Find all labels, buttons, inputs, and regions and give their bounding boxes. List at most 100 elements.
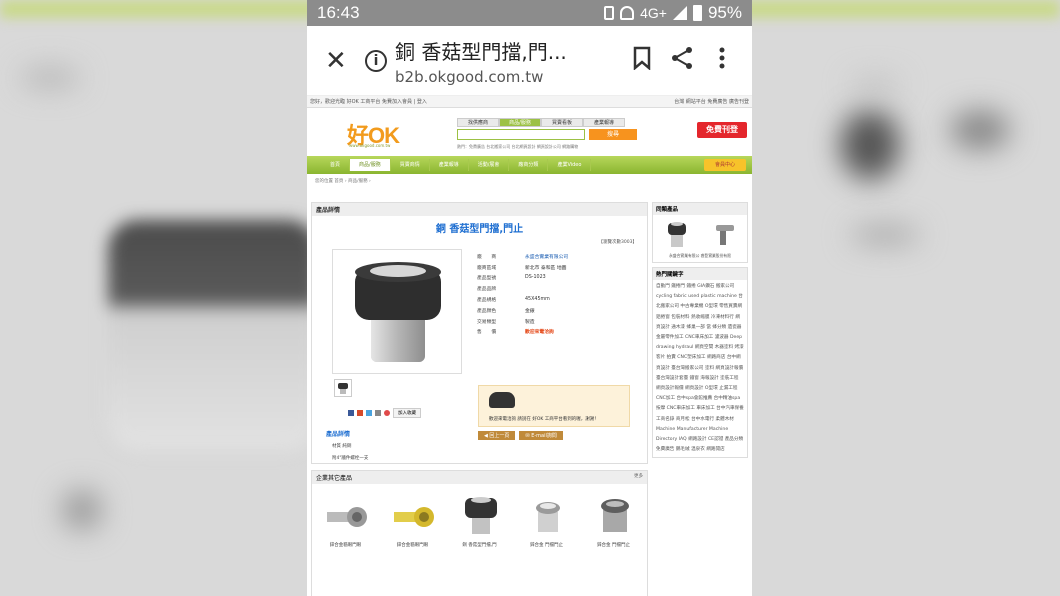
mail-icon[interactable] [375, 410, 381, 416]
other-products-panel: 企業其它產品 更多 鋅合金貓眼門眼 鋅合金貓眼門眼 銅 香菇型門擋,門 鋅合金 … [311, 470, 648, 596]
spec-row: 廠商區域 新北市 泰和區 地圖 [477, 262, 637, 273]
product-area: 加入收藏 廠 商 永盛合實業有限公司 廠商區域 新北市 泰和區 地圖 產品型號 DS-… [312, 245, 647, 465]
welcome-text[interactable]: 您好，歡迎光臨 好OK 工商平台 免費加入會員 | 登入 [310, 98, 427, 105]
signal-icon [672, 6, 687, 20]
plurk-icon[interactable] [357, 410, 363, 416]
search-tab[interactable]: 買賣看板 [541, 118, 583, 127]
detail-title: 產品詳情 [326, 431, 351, 438]
spec-row: 售 價 歡迎來電洽詢 [477, 327, 637, 338]
search-tab[interactable]: 商品/服務 [499, 118, 541, 127]
detail-line: 附4"牆件螺栓一支 [332, 456, 369, 461]
similar-product-image[interactable] [665, 219, 689, 249]
other-product-item[interactable]: 銅 香菇型門擋,門 [450, 492, 510, 548]
facebook-icon[interactable] [348, 410, 354, 416]
spec-value: DS-1023 [525, 275, 546, 281]
similar-products-row [653, 215, 747, 253]
spec-value: 新北市 泰和區 地圖 [525, 265, 567, 271]
hot-keywords-box: 熱門關鍵字 自動門 鐵捲門 鐵捲 GIA鑽石 搬家公司 cycling fabr… [652, 267, 748, 459]
breadcrumb[interactable]: 您的位置 首頁 › 商品/服務 › [307, 174, 752, 188]
back-button[interactable]: ◀ 回上一頁 [478, 431, 516, 440]
site-logo-url: www.okgood.com.tw [349, 143, 391, 148]
email-inquiry-button[interactable]: ✉ E-mail詢問 [519, 431, 563, 440]
vendor-link[interactable]: 永盛合實業有限公司 [525, 253, 568, 260]
other-product-item[interactable]: 鋅合金貓眼門眼 [316, 492, 376, 548]
nav-item-video[interactable]: 產業Video [548, 159, 592, 171]
spec-value: 製造 [525, 319, 535, 325]
product-thumbnail[interactable] [334, 379, 352, 397]
spec-value: 金銀 [525, 308, 535, 314]
site-header: 好OK www.okgood.com.tw 找供應商 商品/服務 買賣看板 產業… [307, 108, 752, 156]
spec-key: 廠商區域 [477, 265, 497, 271]
other-product-image [524, 492, 570, 538]
other-product-item[interactable]: 鋅合金 門擋門止 [517, 492, 577, 548]
web-page: 您好，歡迎光臨 好OK 工商平台 免費加入會員 | 登入 台灣 網站平台 免費廣… [307, 96, 752, 188]
background-blur-blob [62, 490, 102, 530]
spec-key: 產品型號 [477, 276, 497, 282]
free-listing-button[interactable]: 免費刊登 [697, 122, 747, 138]
other-products-title: 企業其它產品 [316, 475, 353, 482]
search-tab[interactable]: 找供應商 [457, 118, 499, 127]
hot-label: 熱門： [457, 144, 469, 149]
page-title: 銅 香菇型門擋,門... [395, 39, 567, 64]
add-favorite-button[interactable]: 加入收藏 [393, 408, 421, 418]
vibrate-icon [604, 6, 615, 20]
spec-row: 產品顏色 金銀 [477, 305, 637, 316]
nav-item-trade[interactable]: 買賣商情 [391, 159, 430, 171]
nav-item-categories[interactable]: 廠商分類 [509, 159, 549, 171]
other-product-image [457, 492, 503, 538]
sidebar: 同類產品 永盛合實業有限公 睿登實業股份有限 熱門關鍵字 自動門 鐵捲門 鐵捲 … [652, 202, 748, 462]
hot-keywords-list[interactable]: 自動門 鐵捲門 鐵捲 GIA鑽石 搬家公司 cycling fabric use… [653, 280, 747, 457]
contact-text: 歡迎來電洽詢 請說在 好OK 工商平台看到的喔，謝謝！ [489, 417, 599, 422]
spec-row: 產品型號 DS-1023 [477, 273, 637, 284]
member-center-button[interactable]: 會員中心 [704, 159, 746, 171]
browser-title-area[interactable]: 銅 香菇型門擋,門... b2b.okgood.com.tw [395, 36, 622, 86]
spec-key: 廠 商 [477, 254, 497, 260]
browser-toolbar: ✕ i 銅 香菇型門擋,門... b2b.okgood.com.tw [307, 26, 752, 96]
nav-item-products[interactable]: 商品/服務 [350, 159, 391, 171]
more-menu-icon[interactable] [702, 47, 742, 74]
status-bar: 16:43 4G+ 95% [307, 0, 752, 26]
page-url: b2b.okgood.com.tw [395, 67, 544, 86]
background-blur-blob [840, 110, 900, 180]
similar-products-caption[interactable]: 永盛合實業有限公 睿登實業股份有限 [653, 253, 747, 262]
nav-item-events[interactable]: 活動/展會 [469, 159, 510, 171]
nav-item-home[interactable]: 首頁 [321, 159, 351, 171]
other-product-name: 鋅合金 門擋門止 [597, 543, 630, 548]
nav-item-news[interactable]: 產業報導 [430, 159, 469, 171]
other-products-header: 企業其它產品 更多 [312, 471, 647, 484]
close-icon[interactable]: ✕ [325, 46, 365, 76]
other-product-item[interactable]: 鋅合金 門擋門止 [584, 492, 644, 548]
other-product-image [323, 492, 369, 538]
spec-key: 售 價 [477, 330, 497, 336]
search-tabs: 找供應商 商品/服務 買賣看板 產業報導 [457, 118, 625, 127]
product-specs: 廠 商永盛合實業有限公司 廠商區域 新北市 泰和區 地圖 產品型號 DS-1023 … [477, 251, 637, 337]
more-link[interactable]: 更多 [634, 473, 643, 482]
detail-line: 材質 純銅 [332, 444, 352, 449]
other-product-name: 銅 香菇型門擋,門 [462, 543, 497, 548]
info-icon[interactable]: i [365, 49, 387, 72]
background-blur-blob [950, 110, 1010, 150]
action-buttons: ◀ 回上一頁 ✉ E-mail詢問 [478, 431, 563, 440]
twitter-icon[interactable] [366, 410, 372, 416]
other-product-item[interactable]: 鋅合金貓眼門眼 [383, 492, 443, 548]
spec-row: 產品規格 45X45mm [477, 294, 637, 305]
background-blur-blob [850, 225, 920, 245]
share-icon[interactable] [662, 46, 702, 75]
bookmark-icon[interactable] [622, 46, 662, 75]
spec-key: 產品顏色 [477, 308, 497, 314]
search-input[interactable] [457, 129, 585, 140]
wifi-icon [620, 6, 635, 20]
top-links[interactable]: 台灣 網站平台 免費廣告 廣告刊登 [674, 98, 749, 105]
background-blur-blob [850, 78, 900, 92]
search-button[interactable]: 搜尋 [589, 129, 637, 140]
background-blur-blob [20, 68, 80, 88]
other-products-list: 鋅合金貓眼門眼 鋅合金貓眼門眼 銅 香菇型門擋,門 鋅合金 門擋門止 鋅合金 門… [312, 484, 647, 548]
product-panel: 產品詳情 銅 香菇型門擋,門止 【瀏覽次數3003】 加入收藏 廠 商 永盛合實… [311, 202, 648, 464]
hot-terms-links[interactable]: 免費廣告 台北搬家公司 台北網頁設計 網頁設計公司 網路購物 [469, 144, 578, 149]
product-image[interactable] [332, 249, 462, 374]
search-tab[interactable]: 產業報導 [583, 118, 625, 127]
telephone-icon [489, 392, 515, 408]
site-top-strip: 您好，歡迎光臨 好OK 工商平台 免費加入會員 | 登入 台灣 網站平台 免費廣… [307, 96, 752, 108]
spec-row: 產品品牌 [477, 283, 637, 294]
similar-product-image[interactable] [712, 219, 736, 249]
